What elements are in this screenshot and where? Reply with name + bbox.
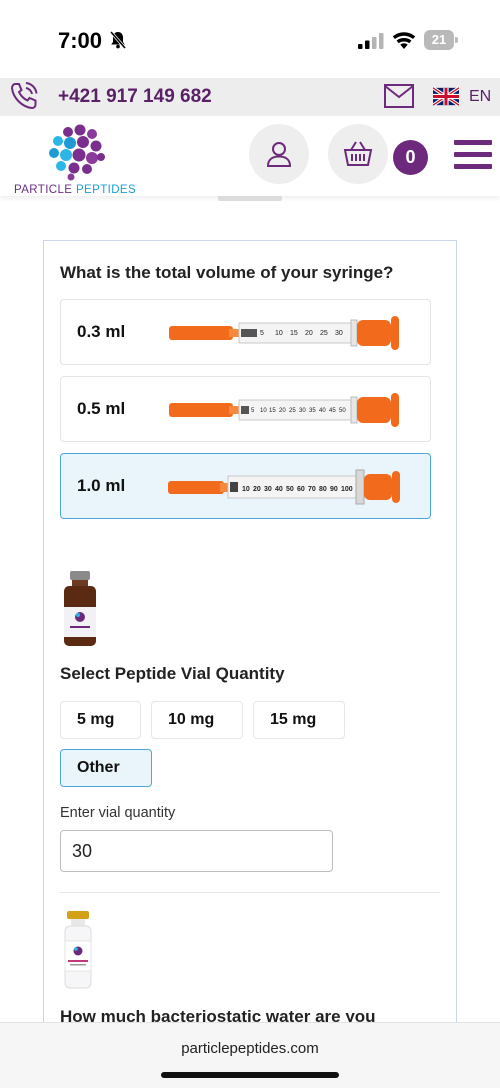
svg-text:15: 15 bbox=[269, 408, 276, 414]
vial-option-15mg[interactable]: 15 mg bbox=[253, 701, 345, 739]
peptide-calculator: What is the total volume of your syringe… bbox=[43, 240, 457, 1040]
syringe-question: What is the total volume of your syringe… bbox=[60, 263, 394, 282]
syringe-option-label: 0.3 ml bbox=[77, 322, 126, 341]
vial-quantity-title: Select Peptide Vial Quantity bbox=[60, 664, 285, 683]
syringe-0-5ml-icon: 5 10 15 20 25 30 35 40 45 50 bbox=[169, 393, 399, 427]
vial-option-other[interactable]: Other bbox=[60, 749, 152, 787]
svg-text:70: 70 bbox=[308, 486, 316, 493]
syringe-0-5ml-scale: 5 10 15 20 25 30 35 40 45 50 bbox=[251, 408, 346, 414]
contact-bar: +421 917 149 682 EN bbox=[0, 78, 500, 116]
phone-number-link[interactable]: +421 917 149 682 bbox=[58, 86, 212, 108]
syringe-option-1-0ml[interactable]: 1.0 ml 10 20 30 40 50 60 70 80 90 100 bbox=[60, 453, 431, 519]
syringe-0-3ml-icon: 5 10 15 20 25 30 bbox=[169, 316, 399, 350]
svg-text:50: 50 bbox=[339, 408, 346, 414]
account-button[interactable] bbox=[249, 124, 309, 184]
svg-text:20: 20 bbox=[253, 486, 261, 493]
vial-quantity-input[interactable] bbox=[60, 830, 333, 872]
language-selector[interactable]: EN bbox=[469, 88, 491, 106]
section-divider bbox=[60, 892, 440, 893]
svg-text:60: 60 bbox=[297, 486, 305, 493]
browser-url[interactable]: particlepeptides.com bbox=[0, 1040, 500, 1057]
svg-text:90: 90 bbox=[330, 486, 338, 493]
status-bar: 7:00 21 bbox=[0, 0, 500, 78]
bacteriostatic-water-vial-icon bbox=[64, 911, 92, 989]
logo-mark-icon bbox=[49, 124, 105, 181]
svg-text:20: 20 bbox=[279, 408, 286, 414]
svg-text:10: 10 bbox=[242, 486, 250, 493]
battery-level: 21 bbox=[424, 30, 454, 50]
cart-button[interactable] bbox=[328, 124, 388, 184]
syringe-1-0ml-icon: 10 20 30 40 50 60 70 80 90 100 bbox=[168, 469, 400, 505]
hamburger-menu-button[interactable] bbox=[454, 140, 494, 170]
wifi-icon bbox=[392, 32, 416, 49]
svg-text:40: 40 bbox=[319, 408, 326, 414]
browser-address-bar[interactable]: particlepeptides.com bbox=[0, 1022, 500, 1088]
bell-muted-icon bbox=[110, 31, 126, 49]
svg-text:15: 15 bbox=[290, 330, 298, 337]
syringe-option-label: 0.5 ml bbox=[77, 399, 126, 418]
svg-text:30: 30 bbox=[335, 330, 343, 337]
svg-text:80: 80 bbox=[319, 486, 327, 493]
svg-text:45: 45 bbox=[329, 408, 336, 414]
header-scroll-tab bbox=[218, 196, 282, 201]
mail-icon[interactable] bbox=[384, 84, 414, 108]
syringe-option-0-5ml[interactable]: 0.5 ml 5 10 15 20 25 30 35 40 45 50 bbox=[60, 376, 431, 442]
logo[interactable]: PARTICLE PEPTIDES bbox=[6, 122, 146, 196]
status-time: 7:00 bbox=[58, 28, 103, 53]
svg-text:30: 30 bbox=[264, 486, 272, 493]
svg-text:100: 100 bbox=[341, 486, 353, 493]
svg-text:50: 50 bbox=[286, 486, 294, 493]
svg-text:10: 10 bbox=[260, 408, 267, 414]
user-icon bbox=[266, 142, 292, 167]
syringe-1-0ml-scale: 10 20 30 40 50 60 70 80 90 100 bbox=[242, 486, 353, 493]
svg-text:5: 5 bbox=[260, 330, 264, 337]
peptide-vial-icon bbox=[64, 571, 96, 646]
battery-icon: 21 bbox=[424, 30, 458, 50]
svg-text:25: 25 bbox=[320, 330, 328, 337]
svg-text:20: 20 bbox=[305, 330, 313, 337]
uk-flag-icon[interactable] bbox=[433, 87, 459, 106]
syringe-option-label: 1.0 ml bbox=[77, 476, 126, 495]
phone-icon[interactable] bbox=[8, 80, 40, 112]
svg-text:35: 35 bbox=[309, 408, 316, 414]
basket-icon bbox=[343, 141, 373, 166]
logo-text: PARTICLE PEPTIDES bbox=[14, 184, 137, 196]
svg-text:40: 40 bbox=[275, 486, 283, 493]
vial-option-5mg[interactable]: 5 mg bbox=[60, 701, 141, 739]
home-indicator[interactable] bbox=[161, 1072, 339, 1078]
svg-text:10: 10 bbox=[275, 330, 283, 337]
svg-text:30: 30 bbox=[299, 408, 306, 414]
vial-quantity-label: Enter vial quantity bbox=[60, 805, 176, 821]
signal-icon bbox=[358, 33, 384, 49]
svg-text:25: 25 bbox=[289, 408, 296, 414]
cart-count-badge: 0 bbox=[393, 140, 428, 175]
vial-option-10mg[interactable]: 10 mg bbox=[151, 701, 243, 739]
syringe-option-0-3ml[interactable]: 0.3 ml 5 10 15 20 25 30 bbox=[60, 299, 431, 365]
